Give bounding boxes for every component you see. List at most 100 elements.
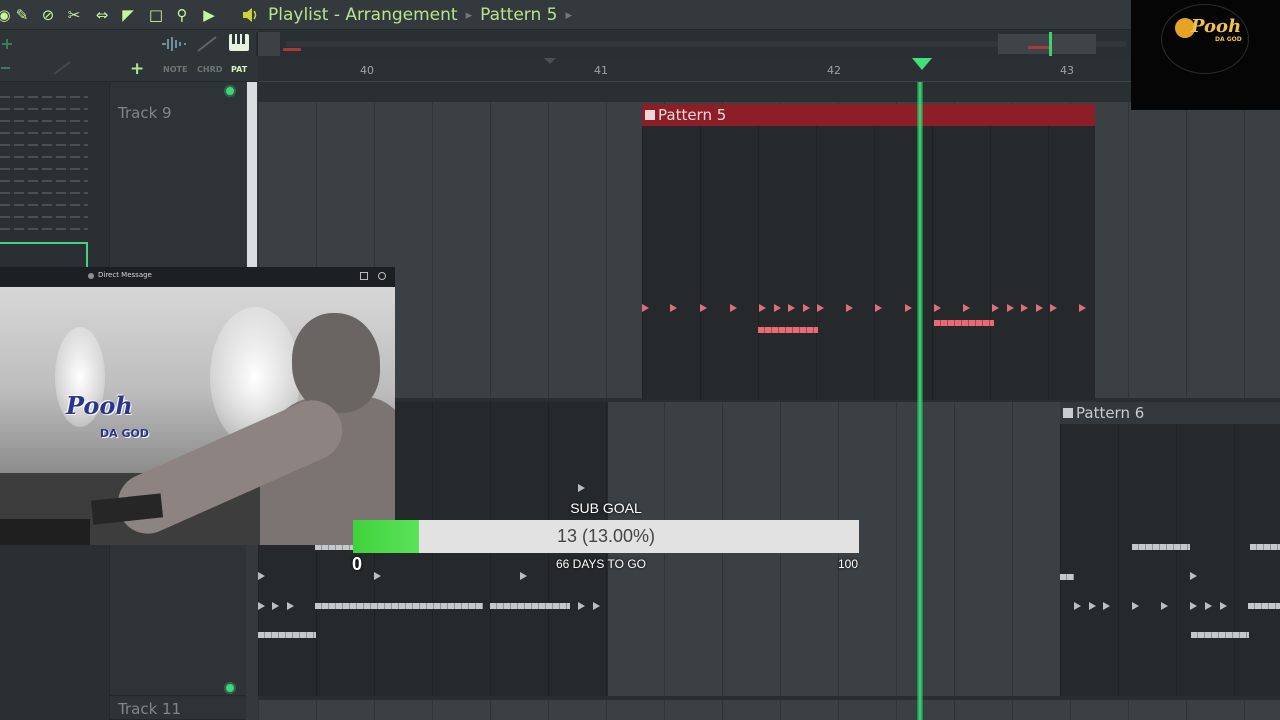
note-marker — [578, 602, 585, 610]
note-marker — [1089, 602, 1096, 610]
sub-goal-min: 0 — [352, 554, 363, 574]
channel-logo: Pooh DA GOD — [1131, 0, 1280, 110]
clip-name: Pattern 5 — [658, 106, 727, 124]
bar-number: 41 — [594, 64, 608, 77]
add-track-button[interactable]: + — [130, 59, 144, 79]
filter-chord[interactable]: CHRD — [197, 65, 222, 74]
webcam-logo-text: Pooh — [66, 391, 133, 420]
title-separator: ▸ — [465, 7, 473, 23]
note-marker — [774, 304, 781, 312]
note-run — [315, 603, 483, 609]
logo-text: Pooh — [1191, 16, 1242, 37]
playhead-line — [917, 82, 923, 720]
sub-goal-title: SUB GOAL — [570, 500, 642, 516]
overview-clip-marker — [1028, 46, 1050, 49]
note-marker — [1161, 602, 1168, 610]
logo-subtext: DA GOD — [1215, 36, 1242, 43]
sub-goal-bar: 13 (13.00%) — [353, 520, 859, 553]
add-icon[interactable] — [0, 60, 14, 76]
webcam-window-title: Direct Message — [98, 271, 152, 279]
pattern-icon — [1063, 408, 1073, 418]
waveform-icon[interactable] — [160, 35, 188, 53]
webcam-overlay: Direct Message Pooh DA GOD — [0, 267, 395, 545]
pencil-icon[interactable]: ✎ — [12, 5, 32, 25]
note-marker — [1103, 602, 1110, 610]
pattern-arrow-icon[interactable]: ▸ — [566, 8, 573, 23]
automation-icon[interactable] — [196, 35, 218, 53]
track-name[interactable]: Track 9 — [118, 104, 172, 122]
sub-goal-progress-text: 13 (13.00%) — [556, 526, 656, 546]
webcam-video: Pooh DA GOD — [0, 287, 395, 545]
overview-playhead — [1049, 32, 1052, 56]
note-marker — [759, 304, 766, 312]
note-run — [1248, 603, 1280, 609]
clip-header[interactable]: Pattern 6 — [1060, 402, 1280, 424]
piano-roll-button[interactable] — [229, 34, 249, 51]
note-marker — [374, 572, 381, 580]
note-marker — [593, 602, 600, 610]
note-marker — [1021, 304, 1028, 312]
note-run — [1060, 574, 1074, 580]
maximize-icon[interactable] — [360, 272, 368, 280]
note-marker — [1074, 602, 1081, 610]
overview-viewport[interactable] — [998, 34, 1096, 54]
note-marker — [1007, 304, 1014, 312]
playhead-marker-icon[interactable] — [912, 58, 932, 70]
note-marker — [803, 304, 810, 312]
note-marker — [1050, 304, 1057, 312]
note-marker — [1190, 572, 1197, 580]
note-marker — [520, 572, 527, 580]
pattern5-clip[interactable]: Pattern 5 — [642, 104, 1095, 400]
clip-name: Pattern 6 — [1076, 404, 1145, 422]
sub-goal-days: 66 DAYS TO GO — [555, 557, 647, 571]
time-marker-lane[interactable] — [258, 82, 1280, 102]
scrollbar-thumb[interactable] — [247, 82, 257, 267]
settings-icon[interactable] — [378, 272, 386, 280]
clip-header[interactable]: Pattern 5 — [642, 104, 1095, 126]
note-marker — [875, 304, 882, 312]
stretch-icon[interactable]: ⇔ — [92, 5, 112, 25]
note-marker — [670, 304, 677, 312]
zoom-icon[interactable]: ⚲ — [172, 5, 192, 25]
select-icon[interactable]: ◤ — [118, 5, 138, 25]
current-pattern-selector[interactable]: Pattern 5 — [480, 5, 557, 25]
note-marker — [1190, 602, 1197, 610]
track-header-11[interactable]: Track 11 — [110, 698, 246, 720]
note-run — [1250, 544, 1280, 550]
note-marker — [1036, 304, 1043, 312]
track-9-mute-led[interactable] — [224, 85, 236, 97]
pattern-icon — [645, 110, 655, 120]
snap-icon[interactable] — [0, 36, 14, 52]
playlist-speaker-icon[interactable] — [240, 5, 260, 25]
keyboard — [0, 519, 90, 545]
timeline-ruler[interactable]: 40 41 42 43 — [258, 58, 1280, 82]
edit-icon[interactable] — [52, 60, 74, 76]
mute-icon[interactable]: ⊘ — [38, 5, 58, 25]
pattern6-clip[interactable]: Pattern 6 — [1060, 402, 1280, 696]
overview-clip-marker — [283, 48, 301, 51]
note-run — [490, 603, 570, 609]
note-marker — [578, 484, 585, 492]
slice-icon[interactable]: ✂ — [64, 5, 84, 25]
note-run — [758, 327, 818, 333]
fullscreen-icon[interactable]: □ — [146, 5, 166, 25]
filter-note[interactable]: NOTE — [163, 65, 187, 74]
channel-list — [0, 86, 88, 246]
filter-pattern[interactable]: PAT — [231, 65, 247, 74]
app-icon — [88, 273, 94, 279]
bar-number: 43 — [1060, 64, 1074, 77]
note-marker — [846, 304, 853, 312]
note-marker — [1079, 304, 1086, 312]
fl-studio-window: ◉ ✎ ⊘ ✂ ⇔ ◤ □ ⚲ ▶ Playlist - Arrangement… — [0, 0, 1280, 720]
snap-toolbar — [0, 30, 258, 58]
track-10-mute-led[interactable] — [224, 682, 236, 694]
playlist-overview[interactable] — [258, 30, 1131, 58]
note-marker — [992, 304, 999, 312]
speaker-icon[interactable]: ▶ — [199, 5, 219, 25]
track-name[interactable]: Track 11 — [118, 700, 181, 718]
bar-number: 40 — [360, 64, 374, 77]
sub-goal-max: 100 — [838, 557, 859, 571]
webcam-logo-subtext: DA GOD — [100, 427, 149, 440]
window-title: Playlist - Arrangement — [268, 5, 458, 25]
overview-left-button[interactable] — [258, 32, 280, 56]
